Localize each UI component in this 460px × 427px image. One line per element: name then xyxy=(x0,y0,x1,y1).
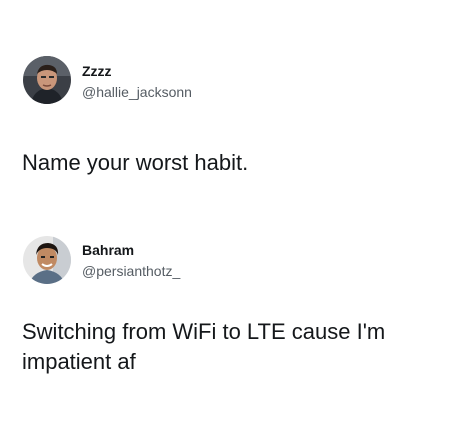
avatar-image xyxy=(23,236,71,284)
display-name[interactable]: Zzzz xyxy=(82,63,112,79)
tweet-text: Switching from WiFi to LTE cause I'm imp… xyxy=(22,319,386,374)
avatar-image xyxy=(23,56,71,104)
tweet-text: Name your worst habit. xyxy=(22,150,249,175)
user-handle[interactable]: @persianthotz_ xyxy=(82,263,180,279)
user-handle[interactable]: @hallie_jacksonn xyxy=(82,84,192,100)
avatar[interactable] xyxy=(23,236,71,284)
avatar[interactable] xyxy=(23,56,71,104)
display-name[interactable]: Bahram xyxy=(82,242,134,258)
